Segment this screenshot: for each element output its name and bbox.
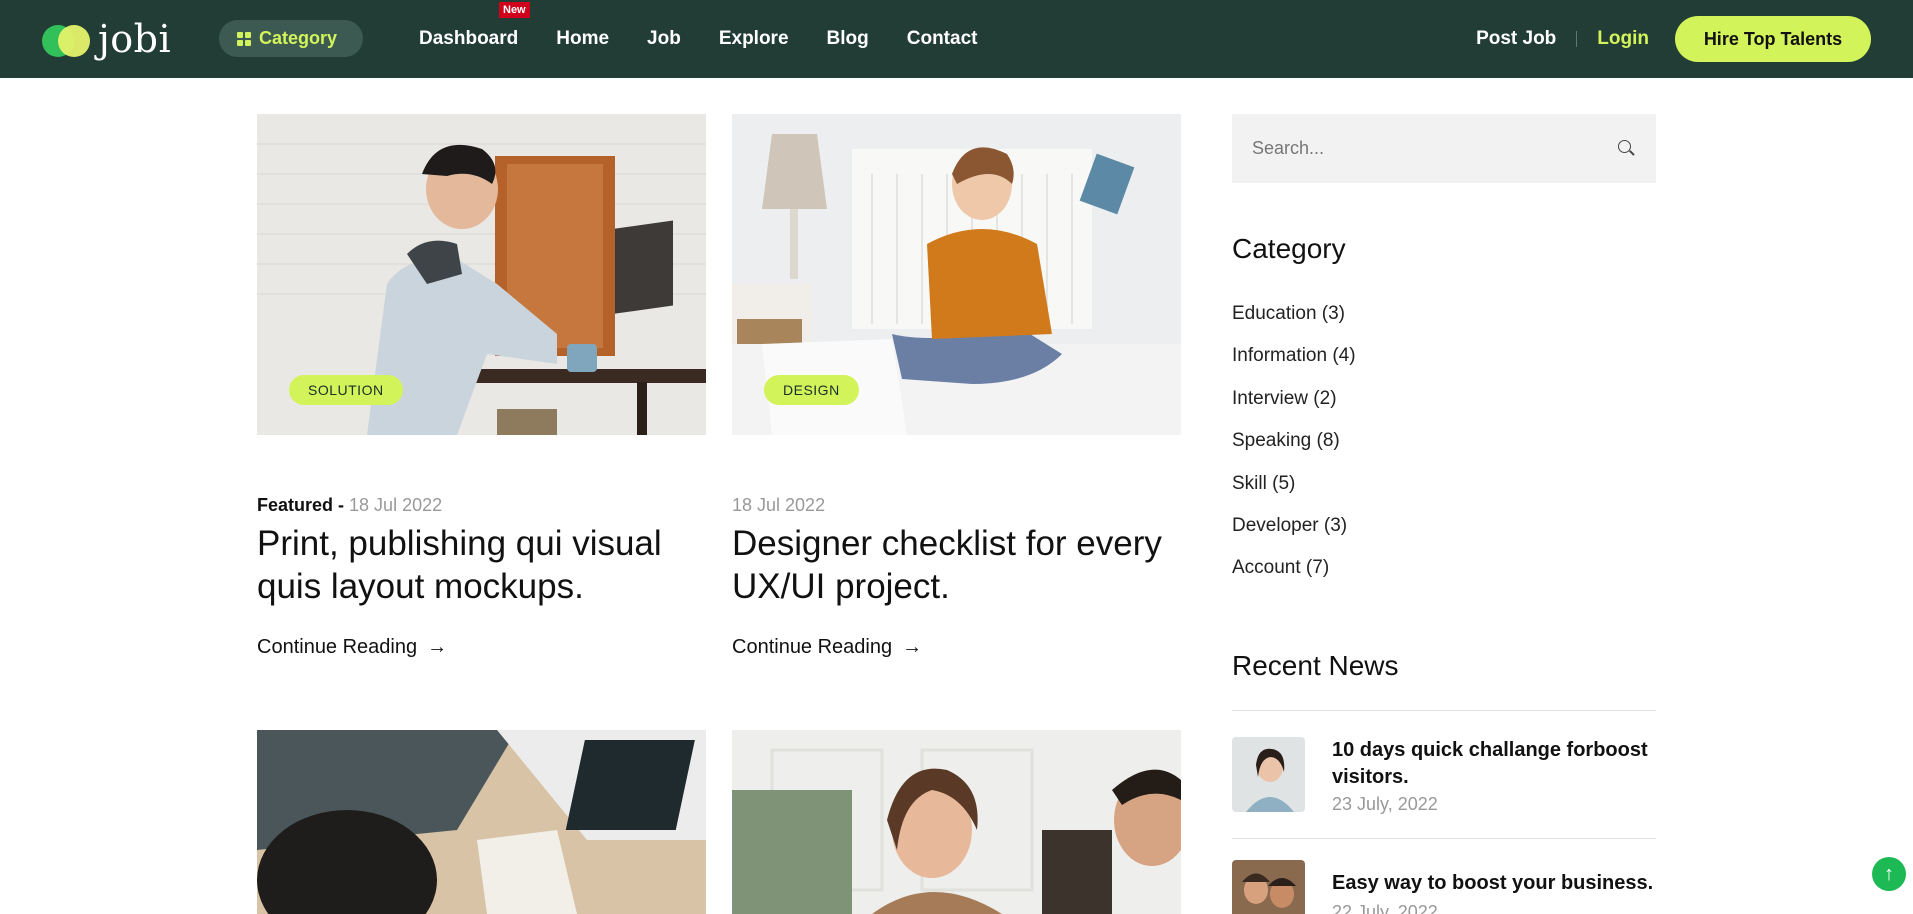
post-image[interactable]: SOLUTION (257, 114, 706, 435)
blog-post-card: SOLUTION Featured - 18 Jul 2022 Print, p… (257, 114, 706, 658)
featured-label: Featured - (257, 495, 345, 515)
post-date: 18 Jul 2022 (349, 495, 443, 515)
category-item[interactable]: Interview (2) (1232, 387, 1356, 429)
news-thumbnail[interactable] (1232, 860, 1305, 914)
category-item[interactable]: Account (7) (1232, 556, 1356, 598)
header-actions: Post Job Login Hire Top Talents (1476, 0, 1913, 78)
top-navbar: jobi Category Dashboard New Home Job Exp… (0, 0, 1913, 78)
post-tag[interactable]: DESIGN (764, 375, 859, 405)
post-meta: Featured - 18 Jul 2022 (257, 495, 442, 516)
post-tag[interactable]: SOLUTION (289, 375, 403, 405)
category-button[interactable]: Category (219, 20, 363, 57)
nav-dashboard-label: Dashboard (419, 28, 519, 49)
news-title[interactable]: 10 days quick challange forboost visitor… (1332, 737, 1656, 791)
recent-news-heading: Recent News (1232, 650, 1399, 681)
category-item[interactable]: Education (3) (1232, 302, 1356, 344)
continue-reading-label: Continue Reading (257, 636, 418, 658)
continue-reading-link[interactable]: Continue Reading → (257, 636, 447, 659)
news-title[interactable]: Easy way to boost your business. (1332, 870, 1656, 897)
post-title[interactable]: Print, publishing qui visual quis layout… (257, 522, 706, 608)
login-link[interactable]: Login (1597, 28, 1649, 50)
main-nav: Dashboard New Home Job Explore Blog Cont… (419, 0, 1015, 78)
news-date: 23 July, 2022 (1332, 794, 1438, 814)
category-list: Education (3) Information (4) Interview … (1232, 302, 1356, 599)
nav-contact[interactable]: Contact (907, 28, 978, 50)
arrow-up-icon: ↑ (1884, 862, 1894, 885)
scroll-to-top-button[interactable]: ↑ (1872, 857, 1906, 891)
divider (1576, 31, 1578, 47)
news-photo-group (1232, 860, 1305, 914)
nav-job[interactable]: Job (647, 28, 681, 50)
brand-logo[interactable]: jobi (40, 17, 172, 61)
category-button-label: Category (259, 28, 338, 48)
blog-post-card (732, 730, 1181, 914)
category-heading: Category (1232, 233, 1346, 264)
news-thumbnail[interactable] (1232, 737, 1305, 812)
new-badge: New (499, 2, 530, 18)
post-photo-meeting (732, 730, 1181, 914)
blog-post-card (257, 730, 706, 914)
nav-home[interactable]: Home (556, 28, 609, 50)
hire-top-talents-button[interactable]: Hire Top Talents (1675, 16, 1871, 62)
arrow-right-icon: → (427, 636, 448, 658)
nav-explore[interactable]: Explore (719, 28, 789, 50)
category-item[interactable]: Information (4) (1232, 344, 1356, 386)
search-icon[interactable] (1618, 139, 1636, 158)
blog-post-card: DESIGN 18 Jul 2022 Designer checklist fo… (732, 114, 1181, 658)
logo-icon (40, 21, 92, 57)
news-date: 22 July, 2022 (1332, 902, 1438, 914)
arrow-right-icon: → (902, 636, 923, 658)
nav-dashboard[interactable]: Dashboard New (419, 2, 530, 50)
category-item[interactable]: Developer (3) (1232, 514, 1356, 556)
post-meta: 18 Jul 2022 (732, 495, 825, 516)
grid-icon (237, 31, 251, 46)
post-date: 18 Jul 2022 (732, 495, 826, 515)
post-image[interactable] (732, 730, 1181, 914)
post-job-link[interactable]: Post Job (1476, 28, 1556, 50)
search-box (1232, 114, 1656, 183)
search-input[interactable] (1252, 138, 1618, 159)
post-photo-laptop-desk (257, 730, 706, 914)
post-image[interactable]: DESIGN (732, 114, 1181, 435)
post-title[interactable]: Designer checklist for every UX/UI proje… (732, 522, 1181, 608)
post-image[interactable] (257, 730, 706, 914)
news-photo-woman (1232, 737, 1305, 812)
divider (1232, 838, 1656, 839)
category-item[interactable]: Speaking (8) (1232, 429, 1356, 471)
brand-name: jobi (98, 17, 172, 61)
continue-reading-link[interactable]: Continue Reading → (732, 636, 922, 659)
divider (1232, 710, 1656, 711)
category-item[interactable]: Skill (5) (1232, 472, 1356, 514)
continue-reading-label: Continue Reading (732, 636, 893, 658)
nav-blog[interactable]: Blog (827, 28, 869, 50)
